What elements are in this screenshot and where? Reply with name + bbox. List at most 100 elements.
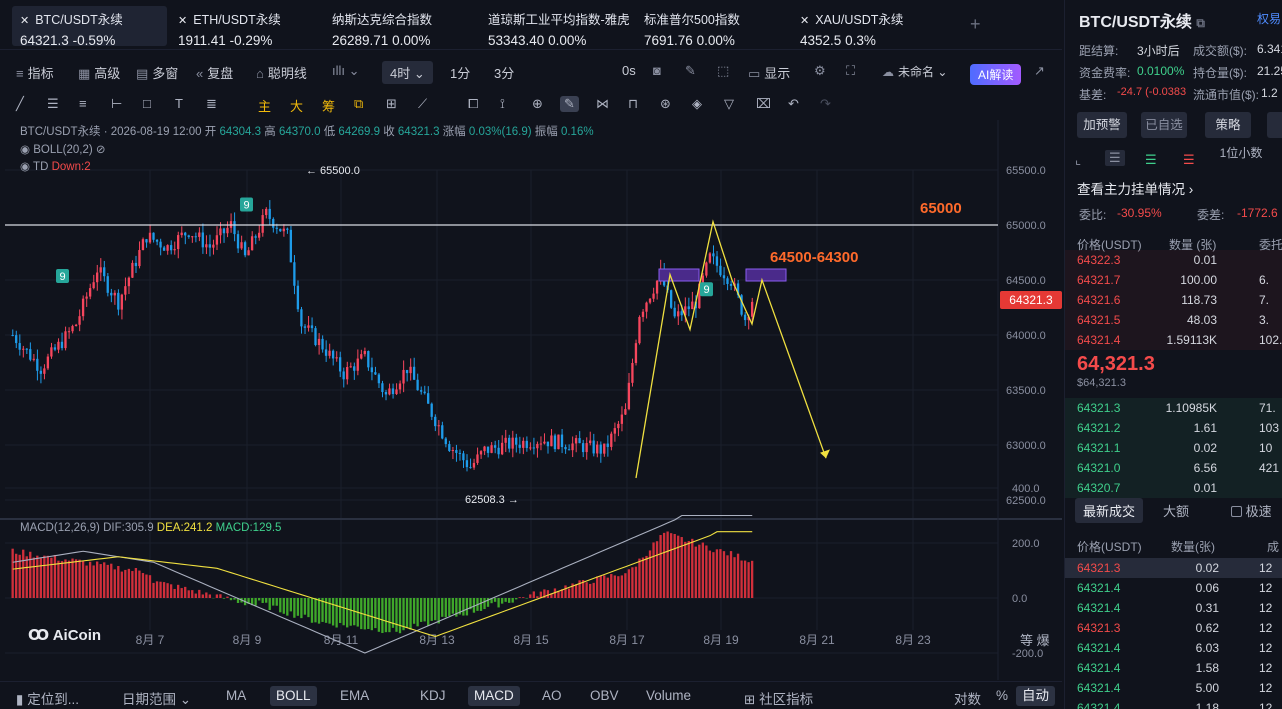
ticker-nasdaq[interactable]: 纳斯达克综合指数 26289.71 0.00%: [324, 6, 474, 48]
big-order-tool[interactable]: 大: [290, 96, 303, 115]
orderbook-default-icon[interactable]: ☰: [1105, 150, 1125, 166]
bid-row[interactable]: 64320.7 0.01: [1065, 478, 1282, 498]
parallel-tool-icon[interactable]: ☰: [47, 96, 59, 112]
seconds-toggle[interactable]: 0s: [622, 63, 636, 78]
favorite-button[interactable]: 已自选: [1141, 112, 1187, 138]
ai-draw-icon[interactable]: ⧉: [354, 96, 363, 112]
pen-icon[interactable]: ✎: [685, 63, 696, 79]
ticker-sp500[interactable]: 标准普尔500指数 7691.76 0.00%: [636, 6, 786, 48]
expand-icon[interactable]: ⬚: [717, 63, 729, 79]
share-icon[interactable]: ↗: [1034, 63, 1045, 79]
indicator-ma[interactable]: MA: [226, 688, 246, 703]
indicator-obv[interactable]: OBV: [590, 688, 619, 703]
camera-icon[interactable]: ◙: [653, 63, 661, 78]
main-force-tool[interactable]: 主: [258, 96, 271, 115]
fullscreen-icon[interactable]: ⛶: [846, 63, 855, 79]
interval-3m[interactable]: 3分: [494, 63, 514, 82]
close-icon[interactable]: ✕: [800, 15, 809, 27]
trash-icon[interactable]: ⌧: [756, 96, 771, 112]
indicator-volume[interactable]: Volume: [646, 688, 691, 703]
text-tool-icon[interactable]: T: [175, 96, 183, 111]
hide-icon[interactable]: ⊘: [96, 144, 106, 156]
price-chart[interactable]: 65500.0 65000.0 64500.0 64000.0 63500.0 63000…: [0, 120, 1062, 680]
trade-row[interactable]: 64321.3 0.62 12: [1065, 618, 1282, 638]
orderbook-asks-icon[interactable]: ☰: [1183, 152, 1195, 168]
strategy-button[interactable]: 策略: [1205, 112, 1251, 138]
checkbox-icon[interactable]: [1231, 506, 1242, 517]
ai-interpret-button[interactable]: AI解读: [970, 64, 1022, 85]
ticker-dow[interactable]: 道琼斯工业平均指数-雅虎 53343.40 0.00%: [480, 6, 638, 48]
trade-row[interactable]: 64321.4 1.18 12: [1065, 698, 1282, 709]
close-icon[interactable]: ✕: [20, 15, 29, 27]
ticker-btc[interactable]: ✕ BTC/USDT永续 64321.3 -0.59%: [12, 6, 167, 48]
hline-tool-icon[interactable]: ≡: [79, 96, 87, 111]
chart-type-icon[interactable]: ıllı ⌄: [332, 63, 360, 79]
smart-line-button[interactable]: ⌂ 聪明线: [256, 63, 307, 82]
bid-row[interactable]: 64321.0 6.56 421: [1065, 458, 1282, 478]
locate-button[interactable]: ▮ 定位到...: [16, 688, 79, 708]
depth-select[interactable]: 1位小数: [1215, 146, 1267, 161]
indicator-button[interactable]: ≡ 指标: [16, 63, 54, 82]
interval-select[interactable]: 4时 ⌄: [382, 61, 433, 84]
undo-icon[interactable]: ↶: [788, 96, 799, 112]
ticker-eth[interactable]: ✕ ETH/USDT永续 1911.41 -0.29%: [170, 6, 320, 48]
symbol-title[interactable]: BTC/USDT永续 ⧉: [1079, 8, 1205, 32]
ticker-xau[interactable]: ✕ XAU/USDT永续 4352.5 0.3%: [792, 6, 942, 48]
bid-row[interactable]: 64321.1 0.02 10: [1065, 438, 1282, 458]
settings-icon[interactable]: ⚙: [814, 63, 826, 79]
community-indicator-button[interactable]: ⊞ 社区指标: [744, 688, 813, 708]
trade-row[interactable]: 64321.4 6.03 12: [1065, 638, 1282, 658]
orderbook-both-icon[interactable]: ⌞: [1075, 152, 1081, 168]
add-ticker-icon[interactable]: +: [970, 14, 981, 35]
advanced-button[interactable]: ▦ 高级: [78, 63, 120, 82]
ray-tool-icon[interactable]: ⊢: [111, 96, 122, 112]
layout-select[interactable]: ☁ 未命名 ⌄: [882, 63, 947, 80]
brush-icon[interactable]: ⟋: [418, 96, 427, 112]
add-alert-button[interactable]: 加预警: [1077, 112, 1127, 138]
orderbook-bids-icon[interactable]: ☰: [1145, 152, 1157, 168]
rect-tool-icon[interactable]: □: [143, 96, 151, 111]
indicator-ao[interactable]: AO: [542, 688, 562, 703]
ask-row[interactable]: 64322.3 0.01: [1065, 250, 1282, 270]
more-button[interactable]: [1267, 112, 1282, 138]
indicator-boll[interactable]: BOLL: [270, 686, 317, 706]
trade-row[interactable]: 64321.3 0.02 12: [1065, 558, 1282, 578]
zoom-icon[interactable]: ⊕: [532, 96, 543, 112]
copy-icon[interactable]: ⧉: [1196, 16, 1205, 30]
layers-icon[interactable]: ◈: [692, 96, 702, 112]
fib-tool-icon[interactable]: ≣: [206, 96, 217, 112]
ruler-icon[interactable]: ⟟: [500, 96, 505, 112]
replay-button[interactable]: «复盘: [196, 63, 233, 82]
auto-scale-toggle[interactable]: 自动: [1016, 686, 1055, 706]
date-range-select[interactable]: 日期范围 ⌄: [122, 688, 191, 708]
multi-window-button[interactable]: ▤ 多窗: [136, 63, 178, 82]
fast-mode-toggle[interactable]: 极速: [1231, 501, 1272, 520]
pencil-icon[interactable]: ✎: [560, 96, 579, 112]
ask-row[interactable]: 64321.7 100.00 6.: [1065, 270, 1282, 290]
indicator-macd[interactable]: MACD: [468, 686, 520, 706]
trade-row[interactable]: 64321.4 5.00 12: [1065, 678, 1282, 698]
magnet-icon[interactable]: ⋈: [596, 96, 609, 112]
td-legend[interactable]: ◉ TD Down:2: [20, 159, 91, 173]
ask-row[interactable]: 64321.4 1.59113K 102.: [1065, 330, 1282, 350]
chip-tool[interactable]: 筹: [322, 96, 335, 115]
boll-legend[interactable]: ◉ BOLL(20,2) ⊘: [20, 142, 106, 156]
eye-icon[interactable]: ◉: [20, 144, 30, 156]
copy-icon[interactable]: ⧠: [468, 96, 478, 112]
trade-row[interactable]: 64321.4 0.06 12: [1065, 578, 1282, 598]
pattern-icon[interactable]: ⊞: [386, 96, 397, 112]
interval-1m[interactable]: 1分: [450, 63, 470, 82]
display-button[interactable]: ▭ 显示: [748, 63, 790, 82]
ask-row[interactable]: 64321.6 118.73 7.: [1065, 290, 1282, 310]
redo-icon[interactable]: ↷: [820, 96, 831, 112]
ask-row[interactable]: 64321.5 48.03 3.: [1065, 310, 1282, 330]
view-main-orders-link[interactable]: 查看主力挂单情况 ›: [1077, 178, 1193, 198]
eye-icon[interactable]: ◉: [20, 161, 30, 173]
rank-link[interactable]: 权易: [1257, 10, 1281, 27]
latest-trades-tab[interactable]: 最新成交: [1075, 498, 1144, 523]
close-icon[interactable]: ✕: [178, 15, 187, 27]
percent-scale-toggle[interactable]: %: [996, 688, 1008, 703]
bid-row[interactable]: 64321.2 1.61 103: [1065, 418, 1282, 438]
indicator-kdj[interactable]: KDJ: [420, 688, 446, 703]
filter-icon[interactable]: ▽: [724, 96, 734, 112]
